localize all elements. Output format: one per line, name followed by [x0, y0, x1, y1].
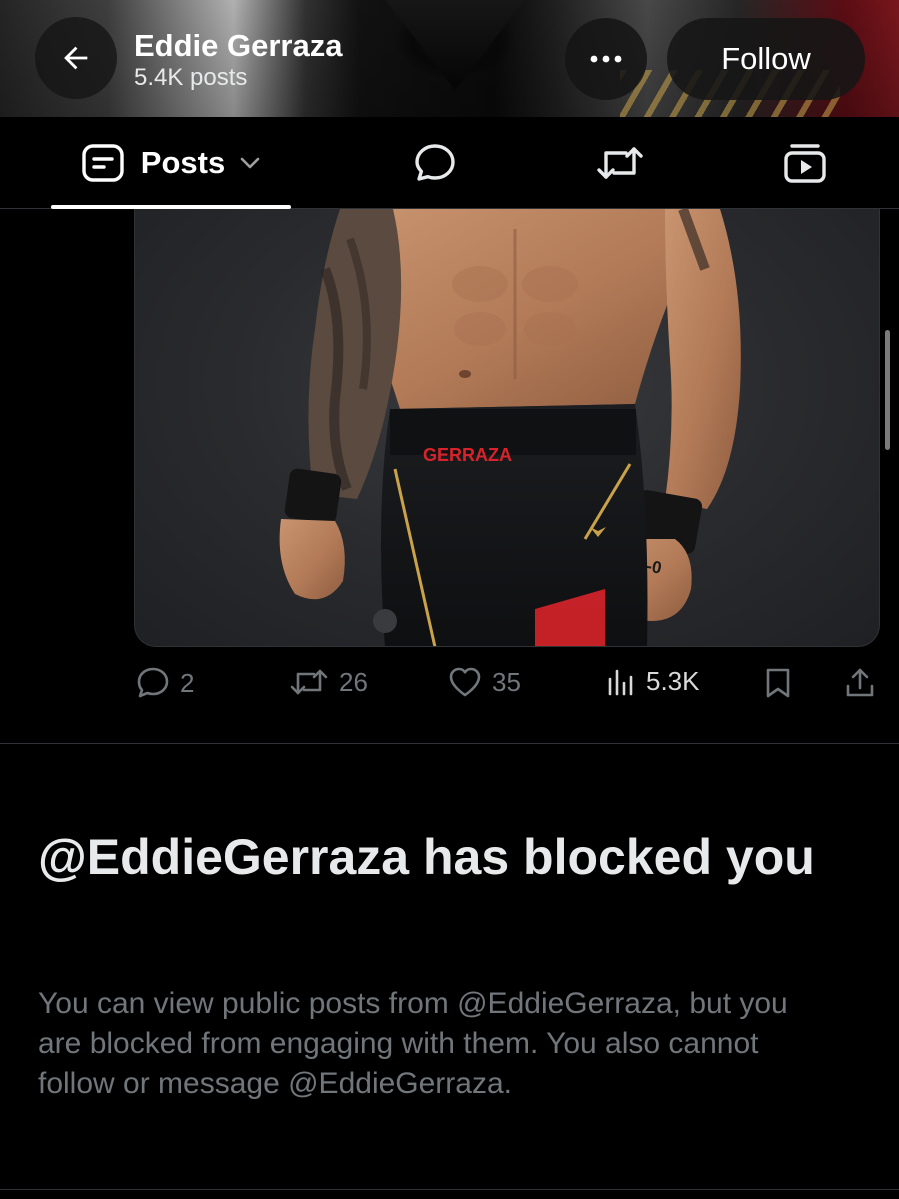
tab-reposts[interactable]	[580, 117, 660, 209]
like-button[interactable]: 35	[448, 666, 521, 698]
shorts-waistband-text: GERRAZA	[423, 445, 512, 465]
banner-logo	[370, 0, 540, 90]
reply-icon	[137, 667, 169, 698]
profile-tabs: Posts	[0, 117, 899, 209]
repost-count: 26	[339, 666, 368, 697]
bottom-divider	[0, 1189, 899, 1190]
bookmark-button[interactable]	[763, 666, 793, 700]
section-divider	[0, 743, 899, 744]
arrow-left-icon	[64, 46, 88, 70]
blocked-description: You can view public posts from @EddieGer…	[38, 987, 788, 1100]
heart-icon	[449, 667, 481, 697]
views-button[interactable]: 5.3K	[606, 666, 700, 697]
reply-count: 2	[180, 667, 195, 698]
posts-icon	[82, 144, 124, 182]
post-image[interactable]: 21-0 GERRAZA	[134, 209, 880, 647]
scrollbar[interactable]	[885, 330, 890, 450]
profile-header-text: Eddie Gerraza 5.4K posts	[134, 28, 342, 92]
like-count: 35	[492, 666, 521, 697]
back-button[interactable]	[35, 17, 117, 99]
chevron-down-icon	[240, 157, 260, 169]
post-actions: 2 26 35 5.3K	[0, 660, 899, 710]
tab-replies[interactable]	[395, 117, 475, 209]
bookmark-icon	[766, 668, 790, 698]
repost-icon	[290, 669, 328, 695]
more-dots-icon	[590, 55, 622, 63]
media-icon	[784, 144, 826, 183]
share-icon	[846, 668, 874, 697]
views-icon	[608, 669, 633, 695]
reply-button[interactable]: 2	[136, 666, 194, 700]
share-button[interactable]	[844, 666, 876, 700]
views-count: 5.3K	[646, 666, 700, 696]
tab-media[interactable]	[765, 117, 845, 209]
tab-posts[interactable]: Posts	[51, 117, 291, 209]
more-options-button[interactable]	[565, 18, 647, 100]
posts-count: 5.4K posts	[134, 64, 248, 91]
replies-icon	[415, 144, 455, 181]
tab-posts-label: Posts	[140, 145, 226, 180]
follow-button[interactable]: Follow	[667, 18, 865, 100]
repost-button[interactable]: 26	[289, 666, 368, 698]
profile-name: Eddie Gerraza	[134, 28, 343, 63]
fighter-photo: 21-0 GERRAZA	[279, 209, 741, 646]
reposts-icon	[597, 147, 643, 179]
blocked-title: @EddieGerraza has blocked you	[38, 829, 815, 885]
